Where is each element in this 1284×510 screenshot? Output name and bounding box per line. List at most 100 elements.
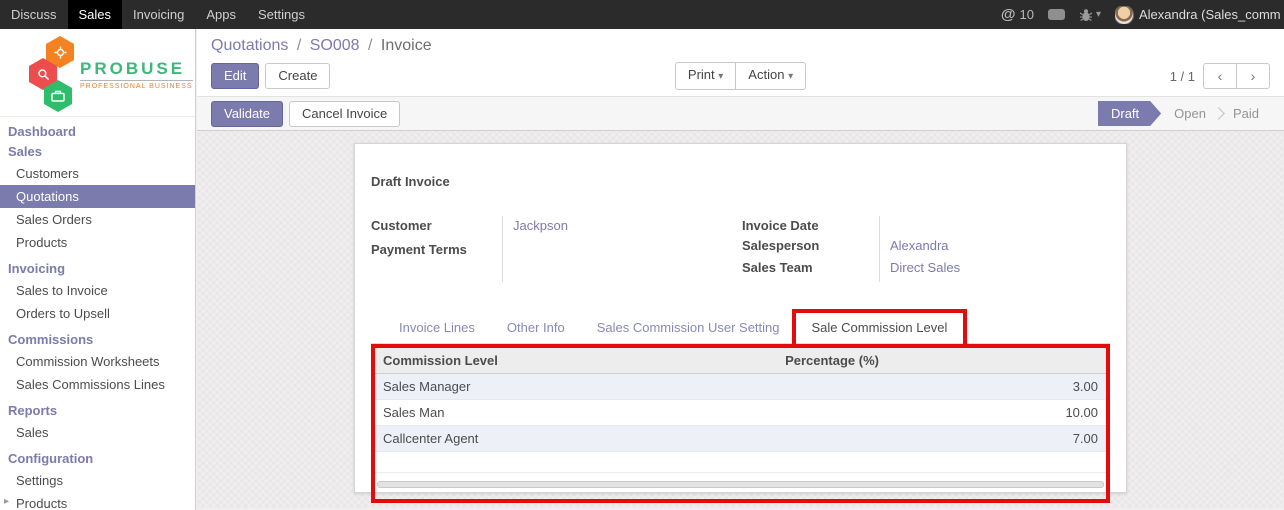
create-button[interactable]: Create	[265, 63, 330, 89]
app-menus: Discuss Sales Invoicing Apps Settings	[0, 0, 316, 29]
debug-menu[interactable]: ▾	[1079, 8, 1101, 22]
pager-next-button[interactable]: ›	[1236, 63, 1270, 89]
field-group-right: Invoice Date Salesperson Sales Team Alex…	[742, 216, 1110, 282]
table-row-sales-man[interactable]: Sales Man 10.00	[375, 400, 1106, 426]
sidebar-item-config-products[interactable]: ▸ Products	[0, 492, 195, 510]
state-paid[interactable]: Paid	[1220, 101, 1272, 126]
breadcrumb-current: Invoice	[381, 37, 432, 54]
breadcrumb-separator: /	[364, 37, 376, 54]
edit-button[interactable]: Edit	[211, 63, 259, 89]
menu-invoicing[interactable]: Invoicing	[122, 0, 195, 29]
menu-discuss[interactable]: Discuss	[0, 0, 68, 29]
cell-level: Sales Manager	[375, 374, 777, 400]
payment-terms-value[interactable]	[513, 240, 742, 264]
payment-terms-label: Payment Terms	[371, 240, 502, 264]
status-pipeline: Draft Open Paid	[1098, 101, 1272, 126]
invoice-sheet: Draft Invoice Customer Payment Terms Jac…	[354, 143, 1127, 493]
breadcrumb-quotations[interactable]: Quotations	[211, 37, 288, 54]
salesperson-value[interactable]: Alexandra	[890, 236, 1110, 258]
sidebar-item-sales-report[interactable]: Sales	[0, 421, 195, 444]
messages-icon[interactable]	[1048, 9, 1065, 20]
annotation-box-table: Commission Level Percentage (%) Sales Ma…	[371, 344, 1110, 503]
breadcrumb-so008[interactable]: SO008	[310, 37, 360, 54]
breadcrumb-separator: /	[293, 37, 305, 54]
sidebar-item-settings[interactable]: Settings	[0, 469, 195, 492]
sales-team-value[interactable]: Direct Sales	[890, 258, 1110, 282]
menu-settings[interactable]: Settings	[247, 0, 316, 29]
sidebar-item-sales-orders[interactable]: Sales Orders	[0, 208, 195, 231]
invoice-state-title: Draft Invoice	[371, 174, 1110, 189]
sidebar-header-commissions[interactable]: Commissions	[0, 325, 195, 350]
mention-icon: @	[1001, 6, 1016, 23]
sidebar-header-invoicing[interactable]: Invoicing	[0, 254, 195, 279]
sidebar-header-reports[interactable]: Reports	[0, 396, 195, 421]
sidebar-item-orders-to-upsell[interactable]: Orders to Upsell	[0, 302, 195, 325]
sidebar-item-products[interactable]: Products	[0, 231, 195, 254]
menu-sales[interactable]: Sales	[68, 0, 123, 29]
menu-apps[interactable]: Apps	[195, 0, 247, 29]
user-menu[interactable]: Alexandra (Sales_comm..	[1115, 6, 1280, 24]
logo-name: PROBUSE	[80, 59, 193, 79]
pager-previous-button[interactable]: ‹	[1203, 63, 1237, 89]
cancel-invoice-button[interactable]: Cancel Invoice	[289, 101, 400, 127]
sidebar-header-configuration[interactable]: Configuration	[0, 444, 195, 469]
control-panel: Quotations / SO008 / Invoice Edit Create…	[197, 29, 1284, 96]
status-bar: Validate Cancel Invoice Draft Open Paid	[197, 96, 1284, 131]
customer-label: Customer	[371, 216, 502, 240]
print-dropdown-button[interactable]: Print ▾	[675, 62, 736, 90]
sidebar-item-sales-commissions-lines[interactable]: Sales Commissions Lines	[0, 373, 195, 396]
table-row-callcenter-agent[interactable]: Callcenter Agent 7.00	[375, 426, 1106, 452]
sidebar-item-label: Products	[16, 496, 67, 510]
cell-level: Callcenter Agent	[375, 426, 777, 452]
table-row-sales-manager[interactable]: Sales Manager 3.00	[375, 374, 1106, 400]
sidebar-item-quotations[interactable]: Quotations	[0, 185, 195, 208]
tab-label: Sale Commission Level	[812, 320, 948, 335]
field-group-left: Customer Payment Terms Jackpson	[371, 216, 742, 282]
cell-percentage: 7.00	[777, 426, 1106, 452]
tab-other-info[interactable]: Other Info	[491, 312, 581, 343]
sales-team-label: Sales Team	[742, 258, 879, 282]
main-area: Quotations / SO008 / Invoice Edit Create…	[197, 29, 1284, 510]
caret-down-icon: ▾	[718, 71, 723, 82]
pager-counter: 1 / 1	[1170, 69, 1195, 84]
customer-value[interactable]: Jackpson	[513, 216, 742, 240]
validate-button[interactable]: Validate	[211, 101, 283, 127]
tab-sale-commission-level[interactable]: Sale Commission Level	[796, 312, 964, 343]
sidebar-item-sales-to-invoice[interactable]: Sales to Invoice	[0, 279, 195, 302]
horizontal-scrollbar[interactable]	[377, 481, 1104, 488]
print-label: Print	[688, 67, 715, 82]
column-header-percentage[interactable]: Percentage (%)	[777, 348, 1106, 374]
mention-count: 10	[1020, 7, 1034, 22]
form-view-background: Draft Invoice Customer Payment Terms Jac…	[197, 131, 1284, 508]
invoice-date-label: Invoice Date	[742, 216, 879, 236]
tab-sales-commission-user-setting[interactable]: Sales Commission User Setting	[581, 312, 796, 343]
column-header-commission-level[interactable]: Commission Level	[375, 348, 777, 374]
sidebar-header-dashboard[interactable]: Dashboard	[0, 117, 195, 142]
cell-level: Sales Man	[375, 400, 777, 426]
action-dropdown-button[interactable]: Action ▾	[735, 62, 806, 90]
user-name: Alexandra (Sales_comm..	[1139, 7, 1280, 22]
invoice-date-value[interactable]	[890, 216, 1110, 236]
sidebar: PROBUSE PROFESSIONAL BUSINESS Dashboard …	[0, 29, 196, 510]
cell-percentage: 10.00	[777, 400, 1106, 426]
notebook-tabs: Invoice Lines Other Info Sales Commissio…	[371, 312, 1110, 344]
mentions-counter[interactable]: @ 10	[1001, 6, 1034, 23]
bug-icon	[1079, 8, 1093, 22]
commission-level-table: Commission Level Percentage (%) Sales Ma…	[375, 348, 1106, 452]
avatar	[1115, 6, 1133, 24]
salesperson-label: Salesperson	[742, 236, 879, 258]
table-empty-row	[375, 452, 1106, 473]
logo-tagline: PROFESSIONAL BUSINESS	[80, 80, 193, 90]
action-label: Action	[748, 67, 784, 82]
sidebar-item-customers[interactable]: Customers	[0, 162, 195, 185]
caret-down-icon: ▾	[1096, 9, 1101, 20]
state-open[interactable]: Open	[1161, 101, 1219, 126]
tab-invoice-lines[interactable]: Invoice Lines	[383, 312, 491, 343]
breadcrumb: Quotations / SO008 / Invoice	[211, 37, 1270, 55]
sidebar-header-sales[interactable]: Sales	[0, 142, 195, 162]
state-draft[interactable]: Draft	[1098, 101, 1161, 126]
table-header-row: Commission Level Percentage (%)	[375, 348, 1106, 374]
caret-down-icon: ▾	[788, 71, 793, 82]
cell-percentage: 3.00	[777, 374, 1106, 400]
sidebar-item-commission-worksheets[interactable]: Commission Worksheets	[0, 350, 195, 373]
